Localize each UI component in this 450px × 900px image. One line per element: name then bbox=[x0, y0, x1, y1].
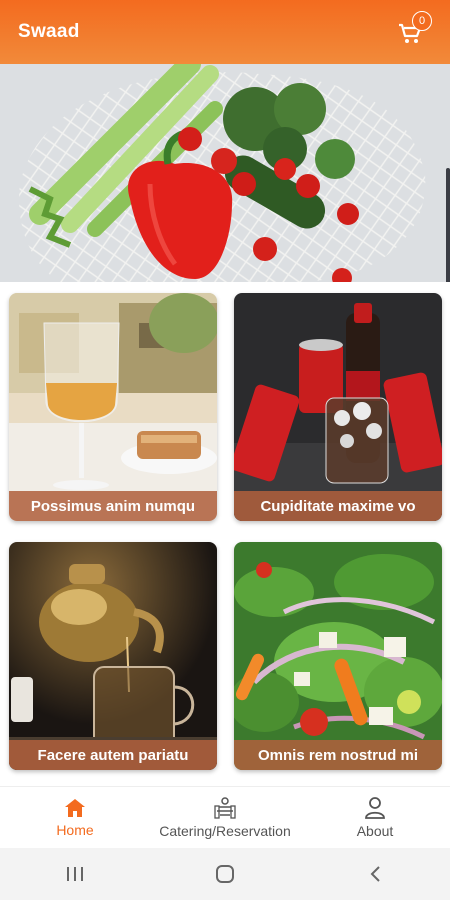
nav-label-about: About bbox=[356, 822, 394, 839]
cart-count-badge: 0 bbox=[412, 11, 432, 31]
menu-card[interactable]: Omnis rem nostrud mi bbox=[234, 542, 442, 770]
home-icon bbox=[65, 798, 85, 817]
home-circle-icon bbox=[216, 865, 234, 883]
bottom-navigation: Home Catering/Reservation About bbox=[0, 786, 450, 848]
app-title: Swaad bbox=[18, 21, 80, 42]
back-icon bbox=[370, 866, 380, 882]
person-icon bbox=[365, 796, 385, 819]
card-image-tea bbox=[9, 542, 217, 770]
app-bar: Swaad 0 bbox=[0, 0, 450, 64]
home-system-button[interactable] bbox=[195, 854, 255, 894]
nav-label-home: Home bbox=[56, 821, 94, 838]
hero-image bbox=[0, 64, 450, 282]
card-image-wine bbox=[9, 293, 217, 521]
nav-item-catering[interactable]: Catering/Reservation bbox=[150, 787, 300, 848]
card-title: Omnis rem nostrud mi bbox=[234, 740, 442, 770]
recents-icon bbox=[67, 867, 83, 881]
card-image-salad bbox=[234, 542, 442, 770]
cart-button[interactable]: 0 bbox=[398, 11, 432, 47]
menu-card[interactable]: Facere autem pariatu bbox=[9, 542, 217, 770]
menu-card[interactable]: Possimus anim numqu bbox=[9, 293, 217, 521]
card-title: Facere autem pariatu bbox=[9, 740, 217, 770]
hero-banner[interactable] bbox=[0, 64, 450, 282]
card-title: Cupiditate maxime vo bbox=[234, 491, 442, 521]
card-image-cola bbox=[234, 293, 442, 521]
card-title: Possimus anim numqu bbox=[9, 491, 217, 521]
catering-icon bbox=[214, 796, 236, 819]
nav-label-catering: Catering/Reservation bbox=[159, 822, 291, 839]
hero-scroll-indicator bbox=[446, 168, 450, 282]
system-navigation-bar bbox=[0, 848, 450, 900]
nav-item-about[interactable]: About bbox=[300, 787, 450, 848]
nav-item-home[interactable]: Home bbox=[0, 787, 150, 848]
recents-button[interactable] bbox=[45, 854, 105, 894]
menu-card[interactable]: Cupiditate maxime vo bbox=[234, 293, 442, 521]
back-button[interactable] bbox=[345, 854, 405, 894]
